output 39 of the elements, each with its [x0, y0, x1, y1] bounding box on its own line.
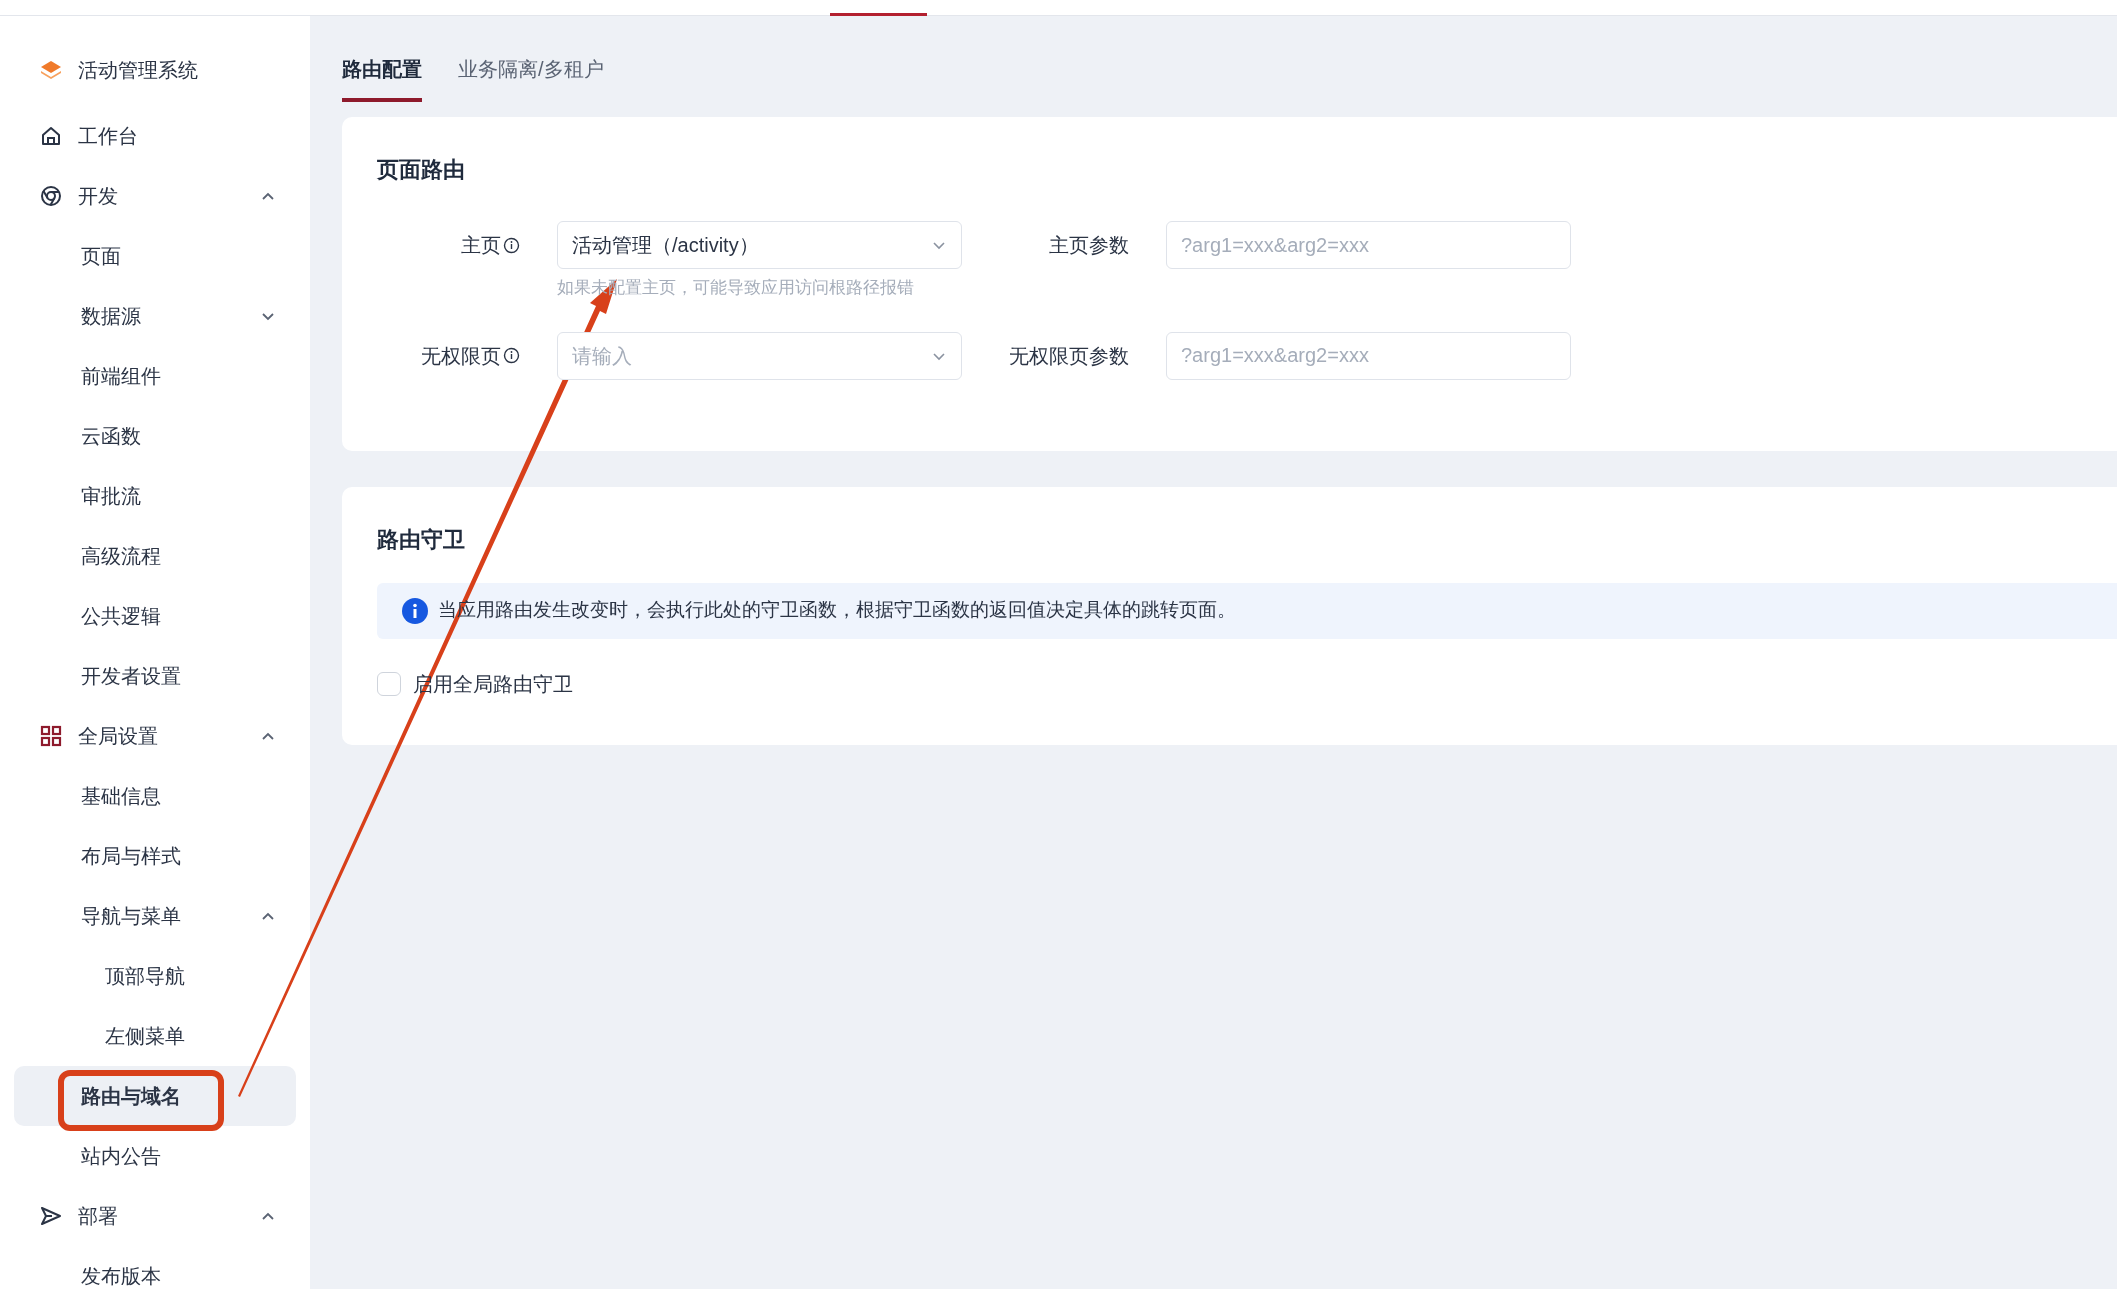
field-label: 主页 [461, 233, 501, 258]
menu-item[interactable]: 公共逻辑 [14, 586, 296, 646]
menu-item[interactable]: 数据源 [14, 286, 296, 346]
grid-icon [40, 725, 62, 747]
menu-item[interactable]: 全局设置 [14, 706, 296, 766]
checkbox[interactable] [377, 671, 401, 696]
menu-item[interactable]: 开发 [14, 166, 296, 226]
section-title: 页面路由 [377, 157, 466, 183]
menu-item[interactable]: 路由与域名 [14, 1066, 296, 1126]
field-label: 无权限页参数 [1009, 343, 1129, 369]
send-icon [40, 1205, 62, 1227]
tab[interactable]: 业务隔离/多租户 [458, 54, 604, 102]
field-label: 主页参数 [1049, 233, 1129, 258]
menu-item[interactable]: 顶部导航 [14, 946, 296, 1006]
menu-item[interactable]: 页面 [14, 226, 296, 286]
menu-item[interactable]: 审批流 [14, 466, 296, 526]
app-title: 活动管理系统 [78, 58, 198, 83]
info-icon [402, 597, 428, 624]
menu-item[interactable]: 左侧菜单 [14, 1006, 296, 1066]
menu-item[interactable]: 导航与菜单 [14, 886, 296, 946]
menu-item[interactable]: 布局与样式 [14, 826, 296, 886]
select-field[interactable]: 活动管理（/activity） [557, 221, 962, 269]
menu-item[interactable]: 开发者设置 [14, 646, 296, 706]
menu-item[interactable]: 站内公告 [14, 1126, 296, 1186]
field-label: 无权限页 [421, 343, 501, 369]
aperture-icon [40, 185, 62, 207]
menu-item[interactable]: 前端组件 [14, 346, 296, 406]
menu-item[interactable]: 工作台 [14, 106, 296, 166]
home-icon [40, 125, 62, 147]
input-field[interactable]: ?arg1=xxx&arg2=xxx [1166, 331, 1571, 380]
menu-item[interactable]: 云函数 [14, 406, 296, 466]
section-title: 路由守卫 [377, 526, 466, 553]
menu-item[interactable]: 发布版本 [14, 1246, 296, 1289]
tab[interactable]: 路由配置 [342, 54, 422, 102]
input-field[interactable]: ?arg1=xxx&arg2=xxx [1166, 221, 1571, 269]
logo-icon [40, 59, 62, 81]
menu-item[interactable]: 部署 [14, 1186, 296, 1246]
menu-item[interactable]: 高级流程 [14, 526, 296, 586]
menu-item[interactable]: 基础信息 [14, 766, 296, 826]
